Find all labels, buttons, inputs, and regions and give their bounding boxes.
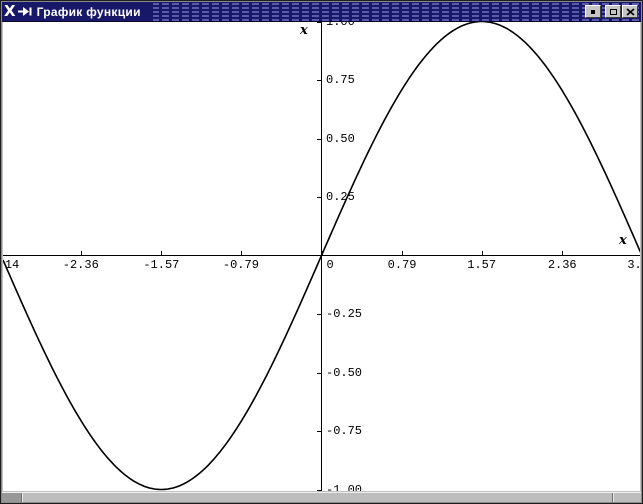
x-tick-mark	[482, 251, 483, 256]
x-tick-label: 1.57	[467, 258, 496, 272]
titlebar-buttons	[584, 2, 641, 21]
y-tick-label: 0.50	[326, 132, 355, 146]
close-icon	[626, 8, 635, 16]
x-axis-label: x	[619, 233, 627, 248]
y-axis-label: x	[300, 23, 308, 38]
window: X График функции	[0, 0, 643, 504]
x-tick-label: -1.57	[143, 258, 179, 272]
window-title: График функции	[37, 5, 141, 19]
x-tick-mark	[161, 251, 162, 256]
maximize-button[interactable]	[605, 5, 621, 18]
y-tick-mark	[317, 314, 322, 315]
x-tick-mark	[241, 251, 242, 256]
y-tick-label: 0.25	[326, 190, 355, 204]
y-axis-line	[321, 22, 322, 491]
titlebar-pattern	[153, 2, 584, 21]
x-tick-label: 0	[327, 258, 334, 272]
resize-handle-right[interactable]	[613, 493, 641, 502]
y-tick-label: 0.75	[326, 73, 355, 87]
y-tick-label: -0.50	[326, 366, 362, 380]
y-tick-mark	[317, 22, 322, 23]
minimize-button[interactable]	[585, 5, 601, 18]
titlebar-left: X График функции	[2, 2, 153, 21]
maximize-icon	[610, 9, 617, 15]
y-tick-mark	[317, 197, 322, 198]
minimize-icon	[591, 10, 595, 14]
plot-area: x x -3.14 -2.36 -1.57 -0.79 0 0.79 1.57 2.36 3.1…	[3, 22, 640, 491]
x-tick-mark	[322, 251, 323, 256]
y-tick-label: -0.75	[326, 424, 362, 438]
x-tick-label: 2.36	[548, 258, 577, 272]
y-tick-mark	[317, 373, 322, 374]
x-tick-label: 3.14	[627, 258, 640, 272]
resize-handle-left[interactable]	[2, 493, 22, 502]
x-window-logo-icon: X	[4, 2, 16, 21]
resize-handle-middle[interactable]	[22, 493, 613, 502]
titlebar[interactable]: X График функции	[2, 2, 641, 22]
y-tick-mark	[317, 431, 322, 432]
x-tick-mark	[81, 251, 82, 256]
y-tick-label: -1.00	[326, 483, 362, 492]
y-tick-mark	[317, 490, 322, 491]
x-tick-label: 0.79	[388, 258, 417, 272]
x-tick-label: -0.79	[223, 258, 259, 272]
y-tick-mark	[317, 139, 322, 140]
y-tick-label: 1.00	[326, 22, 355, 29]
close-button[interactable]	[622, 5, 638, 18]
x-tick-mark	[402, 251, 403, 256]
bottom-resize-bar	[2, 492, 641, 502]
y-tick-label: -0.25	[326, 307, 362, 321]
x-tick-label: -3.14	[3, 258, 19, 272]
x-tick-mark	[562, 251, 563, 256]
x-tick-label: -2.36	[63, 258, 99, 272]
y-tick-mark	[317, 80, 322, 81]
pin-arrow-icon	[18, 6, 33, 17]
